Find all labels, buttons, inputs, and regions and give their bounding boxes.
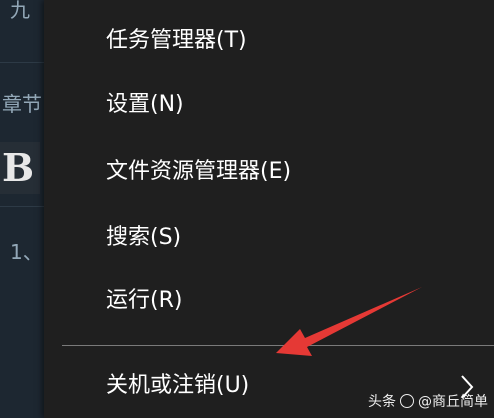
bold-button[interactable]: B: [0, 142, 40, 194]
start-context-menu: 任务管理器(T) 设置(N) 文件资源管理器(E) 搜索(S) 运行(R) 关机…: [44, 0, 494, 418]
menu-separator: [62, 345, 494, 346]
menu-item-search[interactable]: 搜索(S): [106, 218, 494, 258]
background-chapter-fragment: 章节: [2, 92, 42, 116]
watermark-author: @商丘简单: [418, 394, 488, 410]
menu-item-run[interactable]: 运行(R): [106, 281, 494, 321]
watermark: 头条 @商丘简单: [368, 388, 488, 414]
menu-item-file-explorer[interactable]: 文件资源管理器(E): [106, 152, 494, 192]
menu-item-settings[interactable]: 设置(N): [106, 85, 494, 125]
watermark-circle-icon: [400, 394, 414, 408]
background-list-fragment: 1、: [10, 240, 43, 264]
menu-item-task-manager[interactable]: 任务管理器(T): [106, 21, 494, 61]
background-title-fragment: 九: [10, 0, 30, 22]
watermark-source: 头条: [368, 394, 396, 410]
